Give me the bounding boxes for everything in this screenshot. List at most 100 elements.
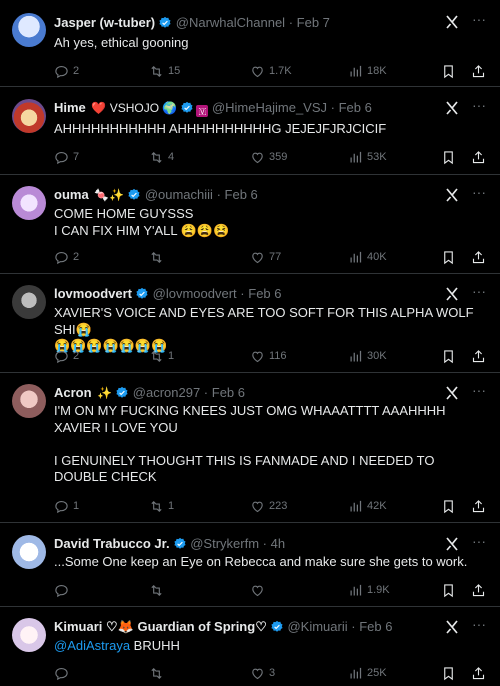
retweet-button[interactable]: 4: [149, 148, 174, 166]
tweet[interactable]: Kimuari ♡🦊 Guardian of Spring♡ @Kimuarii…: [0, 607, 500, 686]
avatar[interactable]: [12, 186, 46, 220]
timestamp[interactable]: 4h: [271, 536, 285, 551]
views-button[interactable]: 18K: [348, 62, 387, 80]
avatar[interactable]: [12, 285, 46, 319]
more-icon[interactable]: ···: [470, 617, 488, 635]
like-button[interactable]: 77: [250, 248, 281, 266]
reply-button[interactable]: 2: [54, 248, 79, 266]
timestamp[interactable]: Feb 7: [297, 15, 330, 30]
retweet-count: 15: [168, 65, 181, 77]
retweet-button[interactable]: [149, 664, 168, 682]
timestamp[interactable]: Feb 6: [339, 100, 372, 115]
timestamp[interactable]: Feb 6: [212, 385, 245, 400]
display-name[interactable]: Kimuari ♡🦊 Guardian of Spring♡: [54, 619, 267, 634]
reply-button[interactable]: 1: [54, 497, 79, 515]
name-emoji: ✨: [97, 386, 113, 400]
more-icon[interactable]: ···: [470, 284, 488, 302]
display-name[interactable]: Hime: [54, 100, 86, 115]
share-button[interactable]: [471, 248, 486, 266]
avatar[interactable]: [12, 535, 46, 569]
user-handle[interactable]: @NarwhalChannel: [176, 15, 285, 30]
share-button[interactable]: [471, 581, 486, 599]
display-name[interactable]: Acron: [54, 385, 92, 400]
tweet-actions: 1 1 223 42K: [54, 497, 488, 515]
retweet-button[interactable]: [149, 581, 168, 599]
user-handle[interactable]: @lovmoodvert: [153, 286, 237, 301]
bookmark-button[interactable]: [441, 62, 456, 80]
views-button[interactable]: 25K: [348, 664, 387, 682]
mention-link[interactable]: @AdiAstraya: [54, 638, 130, 653]
user-handle[interactable]: @HimeHajime_VSJ: [212, 100, 327, 115]
display-name[interactable]: lovmoodvert: [54, 286, 132, 301]
tweet[interactable]: Jasper (w-tuber) @NarwhalChannel · Feb 7…: [0, 0, 500, 87]
tweet[interactable]: lovmoodvert @lovmoodvert · Feb 6 ··· XAV…: [0, 274, 500, 373]
tweet[interactable]: David Trabucco Jr. @Strykerfm · 4h ··· .…: [0, 523, 500, 607]
retweet-icon: [151, 151, 162, 163]
share-button[interactable]: [471, 664, 486, 682]
reply-button[interactable]: [54, 581, 73, 599]
more-icon[interactable]: ···: [470, 534, 488, 552]
display-name[interactable]: ouma: [54, 187, 89, 202]
user-handle[interactable]: @oumachiii: [145, 187, 213, 202]
timestamp[interactable]: Feb 6: [225, 187, 258, 202]
reply-icon: [55, 65, 68, 78]
display-name[interactable]: David Trabucco Jr.: [54, 536, 170, 551]
avatar[interactable]: [12, 13, 46, 47]
more-icon[interactable]: ···: [470, 12, 488, 30]
like-button[interactable]: 359: [250, 148, 287, 166]
reply-button[interactable]: [54, 664, 73, 682]
more-icon[interactable]: ···: [470, 383, 488, 401]
grok-icon[interactable]: [444, 385, 460, 401]
like-button[interactable]: 1.7K: [250, 62, 292, 80]
grok-icon[interactable]: [444, 100, 460, 116]
timestamp[interactable]: Feb 6: [248, 286, 281, 301]
bookmark-icon: [444, 150, 453, 164]
bookmark-button[interactable]: [441, 497, 456, 515]
share-button[interactable]: [471, 148, 486, 166]
avatar[interactable]: [12, 618, 46, 652]
more-icon[interactable]: ···: [470, 98, 488, 116]
retweet-button[interactable]: 15: [149, 62, 180, 80]
grok-icon[interactable]: [444, 286, 460, 302]
views-button[interactable]: 40K: [348, 248, 387, 266]
grok-icon[interactable]: [444, 14, 460, 30]
avatar[interactable]: [12, 384, 46, 418]
like-button[interactable]: 116: [250, 347, 287, 365]
bookmark-button[interactable]: [441, 148, 456, 166]
share-button[interactable]: [471, 347, 486, 365]
grok-icon[interactable]: [444, 619, 460, 635]
like-button[interactable]: 223: [250, 497, 287, 515]
reply-button[interactable]: 7: [54, 148, 79, 166]
bookmark-button[interactable]: [441, 347, 456, 365]
avatar[interactable]: [12, 99, 46, 133]
retweet-button[interactable]: 1: [149, 497, 174, 515]
views-button[interactable]: 1.9K: [348, 581, 390, 599]
tweet[interactable]: Acron ✨ @acron297 · Feb 6 ··· I'M ON MY …: [0, 373, 500, 523]
share-button[interactable]: [471, 497, 486, 515]
more-icon[interactable]: ···: [470, 185, 488, 203]
views-button[interactable]: 42K: [348, 497, 387, 515]
bookmark-button[interactable]: [441, 581, 456, 599]
reply-button[interactable]: 2: [54, 62, 79, 80]
views-button[interactable]: 30K: [348, 347, 387, 365]
tweet[interactable]: Hime ❤️ VSHOJO 🌍 🇻 @HimeHajime_VSJ · Feb …: [0, 87, 500, 175]
display-name[interactable]: Jasper (w-tuber): [54, 15, 155, 30]
timestamp[interactable]: Feb 6: [359, 619, 392, 634]
bookmark-button[interactable]: [441, 664, 456, 682]
like-button[interactable]: [250, 581, 269, 599]
reply-button[interactable]: 2: [54, 347, 79, 365]
retweet-button[interactable]: 1: [149, 347, 174, 365]
bookmark-button[interactable]: [441, 248, 456, 266]
views-button[interactable]: 53K: [348, 148, 387, 166]
user-handle[interactable]: @acron297: [133, 385, 200, 400]
retweet-button[interactable]: [149, 248, 168, 266]
verified-badge-icon: [115, 386, 129, 404]
tweet[interactable]: ouma 🍬✨ @oumachiii · Feb 6 ··· COME HOME…: [0, 175, 500, 274]
share-button[interactable]: [471, 62, 486, 80]
heart-icon: [252, 252, 263, 263]
user-handle[interactable]: @Kimuarii: [287, 619, 347, 634]
like-button[interactable]: 3: [250, 664, 275, 682]
grok-icon[interactable]: [444, 187, 460, 203]
grok-icon[interactable]: [444, 536, 460, 552]
user-handle[interactable]: @Strykerfm: [190, 536, 259, 551]
